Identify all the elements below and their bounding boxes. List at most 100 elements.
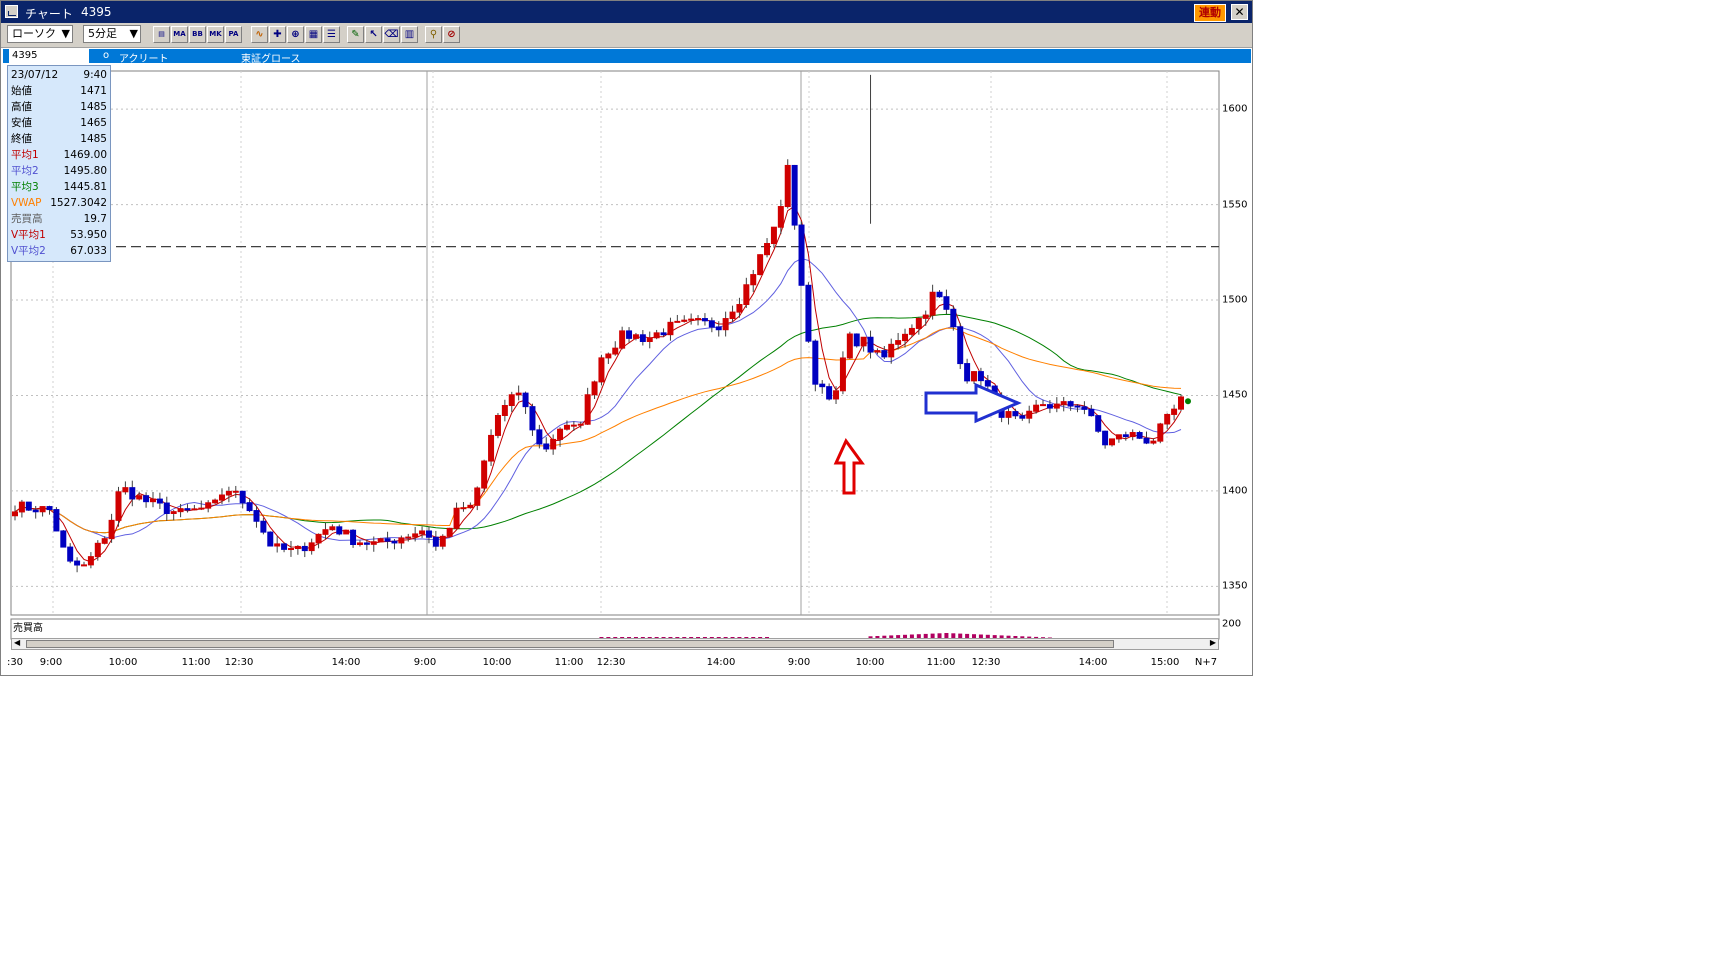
candle [25, 501, 32, 511]
candle [94, 542, 101, 558]
scroll-thumb[interactable] [26, 640, 1114, 648]
candle [860, 336, 867, 347]
x-tick-label: 14:00 [706, 657, 736, 668]
candle [1046, 404, 1053, 409]
candle [646, 337, 653, 342]
candle [191, 508, 198, 511]
candle [522, 392, 529, 408]
x-tick-label: 9:00 [413, 657, 437, 668]
candle [1095, 415, 1102, 432]
x-tick-label: 10:00 [855, 657, 885, 668]
scroll-left-icon[interactable]: ◀ [14, 638, 20, 647]
search-icon[interactable]: ⚲ [425, 26, 442, 43]
candle [1157, 423, 1164, 442]
data-row: 安値 1465 [11, 115, 107, 131]
candle [839, 357, 846, 392]
scroll-right-icon[interactable]: ▶ [1210, 638, 1216, 647]
data-time: 9:40 [83, 69, 107, 81]
data-row: 終値 1485 [11, 131, 107, 147]
candle-icon[interactable]: ▤ [153, 26, 170, 43]
candle [53, 509, 60, 532]
x-tick-label: 9:00 [39, 657, 63, 668]
zoom-icon[interactable]: ⊕ [287, 26, 304, 43]
candle [1067, 401, 1074, 407]
toolbar: ローソク ▼ 5分足 ▼ ▤ MA BB MK PA ∿ ✚ ⊕ ▦ ☰ ✎ ↖… [1, 23, 1252, 48]
data-date: 23/07/12 [11, 69, 59, 81]
candle [874, 350, 881, 353]
candle [770, 226, 777, 245]
candle [494, 414, 501, 436]
data-panel: 23/07/12 9:40 始値 1471 高値 1485 安値 1465 終値 1485 平均… [7, 65, 111, 262]
cross-icon[interactable]: ✚ [269, 26, 286, 43]
candle [419, 530, 426, 535]
chart-type-select[interactable]: ローソク ▼ [7, 25, 73, 43]
interval-select[interactable]: 5分足 ▼ [83, 25, 141, 43]
symbol-code-field[interactable]: 4395 [9, 49, 89, 63]
cursor-icon[interactable]: ↖ [365, 26, 382, 43]
title-bar[interactable]: チャート 4395 連動 ✕ [1, 1, 1252, 23]
candle [750, 274, 757, 286]
candle [598, 357, 605, 383]
pa-icon[interactable]: PA [225, 26, 242, 43]
data-row-value: 1471 [80, 85, 107, 97]
candle [122, 487, 129, 493]
close-button[interactable]: ✕ [1231, 4, 1248, 20]
data-row-label: 平均2 [11, 165, 39, 177]
horizontal-scrollbar[interactable]: ◀ ▶ [11, 638, 1219, 650]
data-row-label: 始値 [11, 85, 32, 97]
erase-line-icon[interactable]: ⊘ [443, 26, 460, 43]
candle [1060, 401, 1067, 405]
y-tick-label: 1400 [1222, 485, 1248, 497]
grid-icon[interactable]: ▦ [305, 26, 322, 43]
candle [384, 538, 391, 542]
mk-icon[interactable]: MK [207, 26, 224, 43]
candle [308, 542, 315, 552]
candle [915, 317, 922, 329]
link-toggle-button[interactable]: 連動 [1194, 4, 1226, 22]
data-row-label: 高値 [11, 101, 32, 113]
app-icon [5, 5, 18, 18]
candle [922, 314, 929, 319]
x-tick-label: :30 [6, 657, 24, 668]
ma-icon[interactable]: MA [171, 26, 188, 43]
y-tick-label: 1550 [1222, 199, 1248, 211]
x-tick-label: 15:00 [1150, 657, 1180, 668]
bb-icon[interactable]: BB [189, 26, 206, 43]
trash-icon[interactable]: ▥ [401, 26, 418, 43]
candle [577, 423, 584, 426]
candle [108, 519, 115, 540]
candle [322, 529, 329, 535]
data-row-value: 1465 [80, 117, 107, 129]
candle [557, 428, 564, 440]
volume-label: 売買高 [13, 623, 43, 634]
data-row: 売買高 19.7 [11, 211, 107, 227]
pen-icon[interactable]: ✎ [347, 26, 364, 43]
candle [439, 535, 446, 547]
x-tick-label: 10:00 [482, 657, 512, 668]
candle [591, 381, 598, 396]
candle [467, 504, 474, 509]
candle [508, 394, 515, 407]
candle [881, 350, 888, 358]
volume-area [10, 618, 1220, 640]
data-row-label: 平均1 [11, 149, 39, 161]
candle [984, 380, 991, 387]
candle [1005, 411, 1012, 418]
candle [798, 224, 805, 286]
data-row-value: 1527.3042 [50, 197, 107, 209]
chart-type-value: ローソク [12, 27, 56, 40]
candle [791, 164, 798, 226]
x-tick-label: N+7 [1194, 657, 1218, 668]
line-icon[interactable]: ∿ [251, 26, 268, 43]
list-icon[interactable]: ☰ [323, 26, 340, 43]
candle [115, 491, 122, 521]
candle [529, 406, 536, 431]
candle [1143, 437, 1150, 444]
candle [12, 511, 18, 517]
candle [853, 333, 860, 347]
window-title: チャート [25, 7, 73, 21]
price-chart[interactable] [1, 63, 1251, 675]
candle [626, 330, 633, 339]
eraser-icon[interactable]: ⌫ [383, 26, 400, 43]
candle [908, 327, 915, 335]
